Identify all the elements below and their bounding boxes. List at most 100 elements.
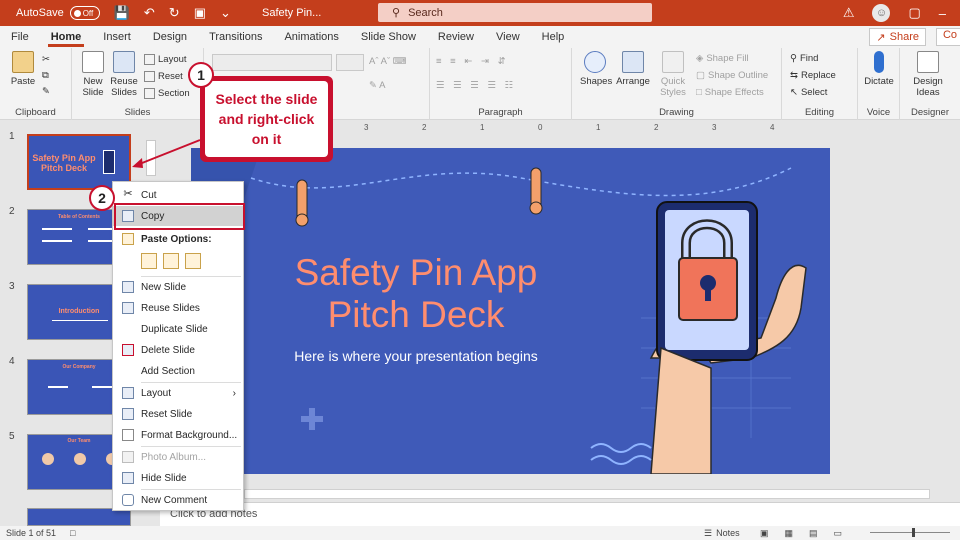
shape-outline-button[interactable]: ▢ Shape Outline — [696, 70, 768, 81]
tab-design[interactable]: Design — [142, 26, 198, 48]
dictate-label: Dictate — [864, 76, 894, 87]
notes-toggle[interactable]: ☰ Notes — [704, 528, 740, 539]
shape-fill-button[interactable]: ◈ Shape Fill — [696, 53, 749, 64]
menu-item-delete-slide[interactable]: Delete Slide — [113, 340, 243, 360]
tab-review[interactable]: Review — [427, 26, 485, 48]
cut-icon: ✂ — [123, 188, 133, 200]
reuse-slides-button[interactable]: Reuse Slides — [110, 51, 138, 98]
tab-view[interactable]: View — [485, 26, 531, 48]
undo-icon[interactable]: ↶ — [144, 5, 155, 21]
instruction-text: Select the slide and right-click on it — [205, 81, 328, 157]
thumbnail-scrollbar[interactable] — [146, 140, 156, 176]
tab-animations[interactable]: Animations — [273, 26, 349, 48]
slide-sorter-icon[interactable]: ▦ — [785, 528, 794, 539]
avatar[interactable]: ☺ — [872, 4, 891, 22]
paste-button[interactable]: Paste — [8, 51, 38, 87]
design-label-1: Design — [913, 76, 943, 87]
menu-item-photo-album[interactable]: Photo Album... — [113, 447, 243, 467]
accessibility-icon[interactable]: □ — [70, 528, 75, 538]
menu-item-hide-slide[interactable]: Hide Slide — [113, 468, 243, 488]
format-painter-icon[interactable]: ✎ — [42, 86, 50, 97]
align-icons[interactable]: ☰ ☰ ☰ ☰ ☷ — [436, 80, 516, 91]
slide-number-1: 1 — [9, 131, 15, 142]
warning-icon[interactable]: ⚠ — [843, 5, 855, 21]
thumb-phone-1 — [103, 150, 115, 174]
menu-item-new-slide[interactable]: New Slide — [113, 277, 243, 297]
section-button[interactable]: Section — [144, 88, 190, 99]
ruler-tick: 2 — [422, 123, 427, 132]
new-slide-button[interactable]: New Slide — [80, 51, 106, 98]
tab-slide-show[interactable]: Slide Show — [350, 26, 427, 48]
tab-home[interactable]: Home — [40, 26, 93, 48]
normal-view-icon[interactable]: ▣ — [760, 528, 769, 539]
notes-icon: ☰ — [704, 527, 713, 538]
comments-button[interactable]: Co — [935, 28, 960, 46]
thumb-line — [42, 240, 72, 242]
design-ideas-button[interactable]: Design Ideas — [906, 51, 950, 98]
menu-item-cut[interactable]: ✂ Cut — [113, 185, 243, 205]
ribbon-display-icon[interactable]: ▢ — [908, 5, 920, 21]
toggle-knob — [73, 9, 81, 17]
document-title[interactable]: Safety Pin... — [262, 7, 321, 19]
search-box[interactable]: ⚲ Search — [378, 3, 652, 22]
menu-label-cut: Cut — [141, 189, 157, 201]
menu-item-duplicate-slide[interactable]: Duplicate Slide — [113, 319, 243, 339]
present-icon[interactable]: ▣ — [194, 5, 206, 21]
reset-button[interactable]: Reset — [144, 71, 183, 82]
copy-icon[interactable]: ⧉ — [42, 70, 49, 81]
tab-help[interactable]: Help — [531, 26, 576, 48]
cut-icon[interactable]: ✂ — [42, 54, 50, 65]
menu-item-reset-slide[interactable]: Reset Slide — [113, 404, 243, 424]
tab-insert[interactable]: Insert — [92, 26, 142, 48]
menu-item-layout[interactable]: Layout › — [113, 383, 243, 403]
thumb-line — [52, 320, 108, 321]
minimize-icon[interactable]: – — [939, 6, 946, 21]
slide-title[interactable]: Safety Pin App Pitch Deck — [191, 252, 641, 336]
arrange-label: Arrange — [616, 76, 650, 87]
safety-pin-right-icon — [529, 167, 543, 215]
plus-shape-icon — [301, 408, 323, 430]
menu-item-reuse-slides[interactable]: Reuse Slides — [113, 298, 243, 318]
slide-title-line-1: Safety Pin App — [294, 252, 538, 293]
share-button[interactable]: ↗ Share — [869, 28, 926, 46]
select-button[interactable]: ↖ Select — [790, 87, 827, 98]
reading-view-icon[interactable]: ▤ — [809, 528, 818, 539]
tab-transitions[interactable]: Transitions — [198, 26, 273, 48]
grow-font-icon[interactable]: Aˆ Aˇ ⌨ — [369, 56, 406, 67]
redo-icon[interactable]: ↻ — [169, 5, 180, 21]
paste-keep-formatting-icon[interactable] — [163, 253, 179, 269]
horizontal-scrollbar[interactable] — [244, 489, 930, 499]
customize-qat-icon[interactable]: ⌄ — [220, 5, 231, 21]
save-icon[interactable]: 💾 — [114, 5, 130, 21]
paste-label: Paste — [10, 76, 36, 87]
slideshow-icon[interactable]: ▭ — [834, 528, 843, 539]
zoom-slider-thumb[interactable] — [912, 528, 915, 537]
layout-button[interactable]: Layout — [144, 54, 187, 65]
font-color-icon[interactable]: ✎ A — [369, 80, 385, 91]
shape-effects-button[interactable]: □ Shape Effects — [696, 87, 764, 98]
voice-group: Dictate Voice — [858, 48, 900, 120]
shapes-button[interactable]: Shapes — [580, 51, 612, 87]
menu-item-new-comment[interactable]: New Comment — [113, 490, 243, 510]
arrange-button[interactable]: Arrange — [616, 51, 650, 87]
font-size-box[interactable] — [336, 54, 364, 71]
slide-canvas[interactable]: Safety Pin App Pitch Deck Here is where … — [191, 148, 830, 474]
zoom-slider-track[interactable] — [870, 532, 950, 533]
quick-styles-button[interactable]: Quick Styles — [658, 51, 688, 98]
menu-item-add-section[interactable]: Add Section — [113, 361, 243, 381]
slide-subtitle[interactable]: Here is where your presentation begins — [191, 348, 641, 364]
list-icons[interactable]: ≡ ≡ ⇤ ⇥ ⇵ — [436, 56, 509, 67]
font-name-box[interactable] — [212, 54, 332, 71]
replace-button[interactable]: ⇆ Replace — [790, 70, 836, 81]
paste-keep-text-only-icon[interactable] — [185, 253, 201, 269]
menu-item-format-background[interactable]: Format Background... — [113, 425, 243, 445]
find-label: Find — [799, 53, 819, 64]
find-button[interactable]: ⚲ Find — [790, 53, 818, 64]
quick-label-1: Quick — [660, 76, 686, 87]
paste-use-destination-theme-icon[interactable] — [141, 253, 157, 269]
dictate-button[interactable]: Dictate — [862, 51, 896, 87]
thumb-avatar — [42, 453, 54, 465]
tab-file[interactable]: File — [0, 26, 40, 48]
notes-pane[interactable]: Click to add notes — [160, 502, 960, 526]
autosave-toggle[interactable]: Off — [69, 6, 100, 20]
